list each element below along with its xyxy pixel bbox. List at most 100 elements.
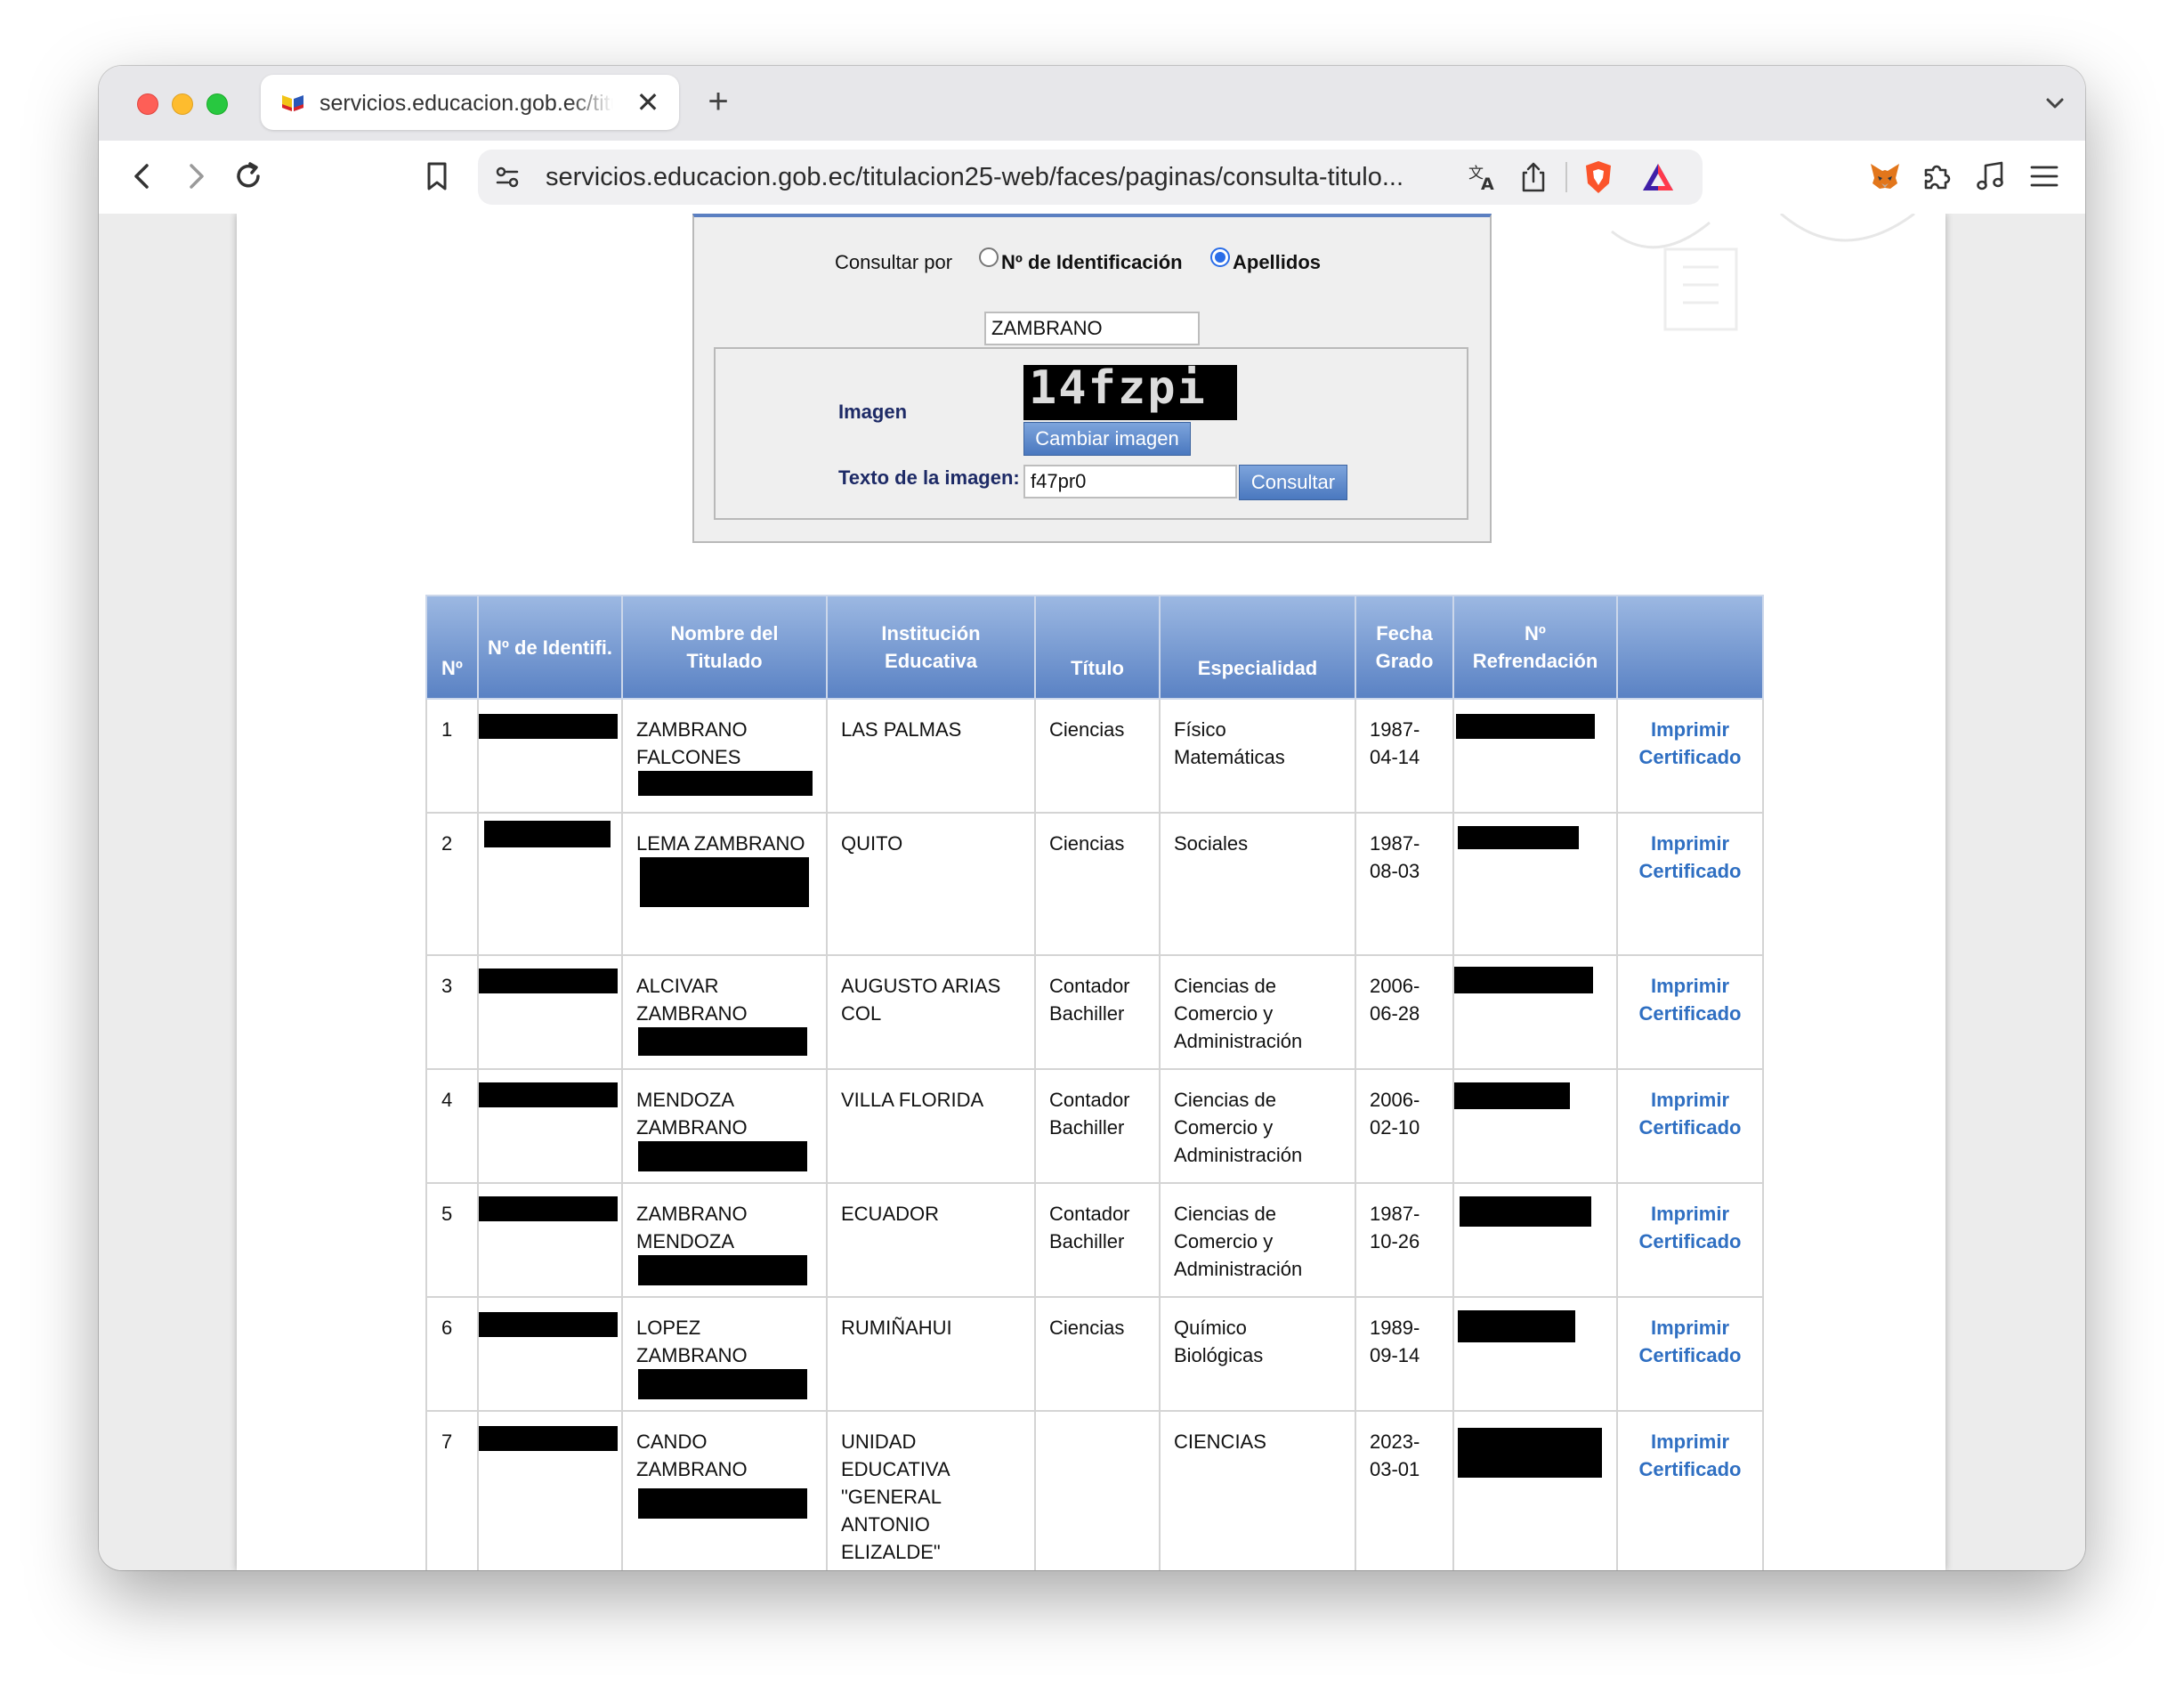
redacted-id (479, 1426, 618, 1451)
institution-cell: RUMIÑAHUI (826, 1296, 1036, 1412)
print-certificate-link[interactable]: Imprimir Certificado (1616, 1068, 1764, 1184)
print-certificate-link[interactable]: Imprimir Certificado (1616, 1182, 1764, 1298)
redacted-name (638, 1488, 807, 1519)
imagen-label: Imagen (838, 401, 908, 423)
new-tab-button[interactable]: + (700, 84, 736, 119)
title-cell: Ciencias (1034, 812, 1161, 956)
redacted-id (479, 1082, 618, 1107)
header-cell: Título (1034, 595, 1161, 700)
redacted-name (638, 1141, 807, 1171)
metamask-fox-icon[interactable] (1865, 157, 1905, 196)
consultar-por-label: Consultar por (835, 251, 953, 273)
surname-input[interactable]: ZAMBRANO (984, 312, 1200, 345)
browser-window: servicios.educacion.gob.ec/titulacion25-… (99, 66, 2085, 1570)
address-bar[interactable]: servicios.educacion.gob.ec/titulacion25-… (478, 150, 1703, 205)
redacted-refrendacion (1458, 1428, 1602, 1478)
titulado-name: MENDOZA ZAMBRANO (636, 1089, 748, 1139)
captcha-answer-input[interactable]: f47pr0 (1023, 465, 1237, 498)
specialty-cell: Físico Matemáticas (1159, 698, 1356, 814)
site-settings-icon[interactable] (492, 162, 522, 192)
redacted-id (479, 1312, 618, 1337)
header-cell: Institución Educativa (826, 595, 1036, 700)
radio-identificacion-label[interactable]: Nº de Identificación (1001, 251, 1183, 274)
institution-cell: VILLA FLORIDA (826, 1068, 1036, 1184)
titulado-name: ALCIVAR ZAMBRANO (636, 975, 748, 1025)
header-cell: Nº (425, 595, 479, 700)
radio-identificacion[interactable] (979, 247, 999, 267)
captcha-image: 14fzpi (1023, 365, 1237, 420)
extensions-puzzle-icon[interactable] (1918, 157, 1957, 196)
title-cell: Ciencias (1034, 698, 1161, 814)
header-cell: Nº Refrendación (1452, 595, 1618, 700)
specialty-cell: Químico Biológicas (1159, 1296, 1356, 1412)
table-header-row: Nº Nº de Identifi. Nombre del Titulado I… (425, 595, 1764, 700)
media-music-note-icon[interactable] (1971, 157, 2010, 196)
search-form-panel: Consultar por Nº de Identificación Apell… (692, 214, 1492, 543)
print-certificate-link[interactable]: Imprimir Certificado (1616, 698, 1764, 814)
institution-cell: LAS PALMAS (826, 698, 1036, 814)
row-number: 1 (425, 698, 479, 814)
table-row: 2 LEMA ZAMBRANO QUITO Ciencias Sociales … (425, 812, 1764, 956)
redacted-id (484, 821, 611, 847)
radio-apellidos[interactable] (1210, 247, 1230, 267)
active-tab[interactable]: servicios.educacion.gob.ec/titulacion25-… (261, 75, 679, 130)
header-cell: Nº de Identifi. (477, 595, 623, 700)
institution-cell: UNIDAD EDUCATIVA "GENERAL ANTONIO ELIZAL… (826, 1410, 1036, 1570)
hamburger-menu-icon[interactable] (2025, 157, 2064, 196)
header-cell: Fecha Grado (1355, 595, 1454, 700)
redacted-refrendacion (1460, 1196, 1591, 1227)
date-cell: 1989-09-14 (1355, 1296, 1454, 1412)
row-number: 4 (425, 1068, 479, 1184)
date-cell: 1987-08-03 (1355, 812, 1454, 956)
radio-apellidos-label[interactable]: Apellidos (1233, 251, 1321, 274)
redacted-refrendacion (1454, 967, 1593, 993)
tab-close-icon[interactable]: ✕ (633, 87, 663, 118)
back-icon[interactable] (124, 157, 163, 196)
title-cell (1034, 1410, 1161, 1570)
titulado-name: LEMA ZAMBRANO (636, 832, 805, 855)
captcha-text: 14fzpi (1029, 365, 1207, 415)
print-certificate-link[interactable]: Imprimir Certificado (1616, 812, 1764, 956)
captcha-panel: Imagen 14fzpi Cambiar imagen Texto de la… (714, 347, 1468, 520)
reload-icon[interactable] (229, 157, 268, 196)
address-bar-divider (1565, 162, 1567, 192)
site-favicon-icon (282, 95, 303, 111)
tab-title: servicios.educacion.gob.ec/titulacion25-… (320, 91, 613, 116)
translate-icon[interactable]: 文 A (1466, 160, 1500, 194)
brave-rewards-icon[interactable] (1640, 160, 1676, 194)
table-row: 3 ALCIVAR ZAMBRANO AUGUSTO ARIAS COL Con… (425, 954, 1764, 1070)
minimize-window-button[interactable] (172, 93, 193, 115)
close-window-button[interactable] (137, 93, 158, 115)
print-certificate-link[interactable]: Imprimir Certificado (1616, 954, 1764, 1070)
print-certificate-link[interactable]: Imprimir Certificado (1616, 1296, 1764, 1412)
redacted-id (479, 969, 618, 993)
tab-list-chevron-down-icon[interactable] (2039, 87, 2071, 119)
zoom-window-button[interactable] (206, 93, 228, 115)
background-seal-watermark (1611, 214, 1915, 331)
date-cell: 1987-10-26 (1355, 1182, 1454, 1298)
row-number: 7 (425, 1410, 479, 1570)
specialty-cell: Sociales (1159, 812, 1356, 956)
print-certificate-link[interactable]: Imprimir Certificado (1616, 1410, 1764, 1570)
share-icon[interactable] (1517, 160, 1549, 194)
redacted-refrendacion (1458, 826, 1579, 849)
row-number: 3 (425, 954, 479, 1070)
url-text[interactable]: servicios.educacion.gob.ec/titulacion25-… (546, 163, 1444, 193)
date-cell: 2006-02-10 (1355, 1068, 1454, 1184)
table-row: 6 LOPEZ ZAMBRANO RUMIÑAHUI Ciencias Quím… (425, 1296, 1764, 1412)
consultar-button[interactable]: Consultar (1239, 465, 1347, 500)
specialty-cell: Ciencias de Comercio y Administración (1159, 1068, 1356, 1184)
table-row: 1 ZAMBRANO FALCONES LAS PALMAS Ciencias … (425, 698, 1764, 814)
header-cell: Especialidad (1159, 595, 1356, 700)
brave-shields-icon[interactable] (1581, 158, 1615, 196)
forward-icon[interactable] (175, 157, 214, 196)
redacted-id (479, 714, 618, 739)
specialty-cell: CIENCIAS (1159, 1410, 1356, 1570)
change-image-button[interactable]: Cambiar imagen (1023, 422, 1191, 456)
bookmark-icon[interactable] (417, 157, 457, 196)
row-number: 5 (425, 1182, 479, 1298)
page-container: Consultar por Nº de Identificación Apell… (237, 214, 1945, 1570)
titulado-name: ZAMBRANO MENDOZA (636, 1203, 748, 1252)
specialty-cell: Ciencias de Comercio y Administración (1159, 954, 1356, 1070)
row-number: 6 (425, 1296, 479, 1412)
